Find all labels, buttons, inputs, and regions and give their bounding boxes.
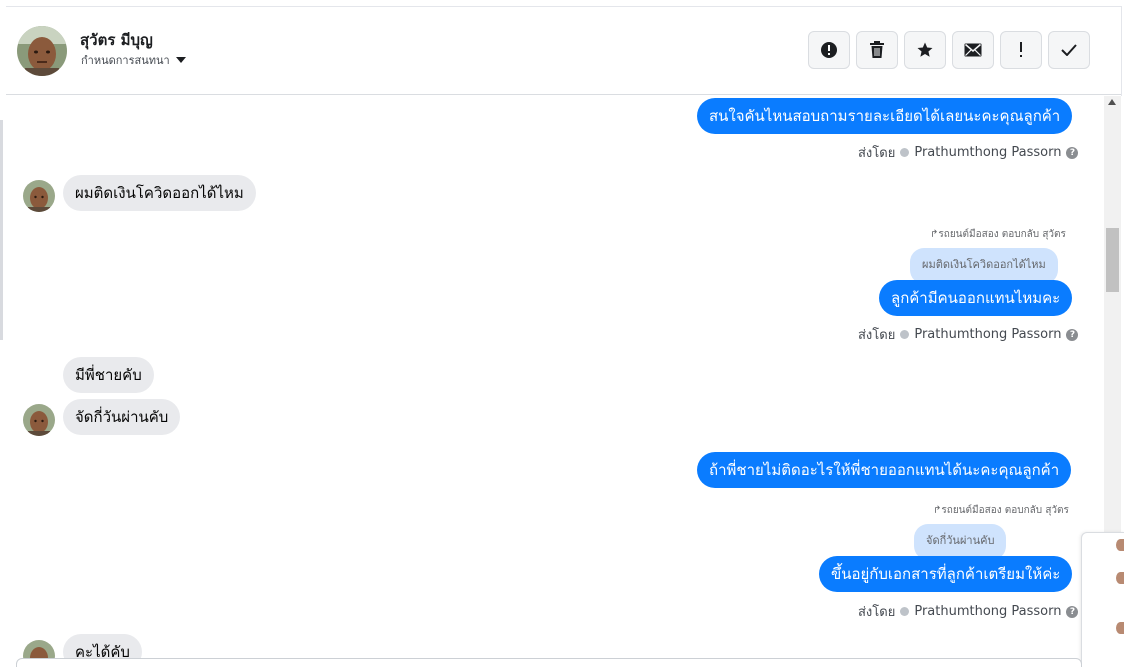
spam-icon [821,42,837,58]
reply-indicator: ↱รถยนต์มือสอง ตอบกลับ สุวัตร [933,505,1069,516]
agent-name[interactable]: Prathumthong Passorn [914,145,1061,160]
spam-button[interactable] [808,31,850,69]
quoted-message[interactable]: ผมติดเงินโควิดออกได้ไหม [910,248,1058,284]
message-thread: สนใจคันไหนสอบถามรายละเอียดได้เลยนะคะคุณล… [6,96,1105,667]
agent-badge-icon [900,148,910,157]
outgoing-message[interactable]: ขึ้นอยู่กับเอกสารที่ลูกค้าเตรียมให้ค่ะ [819,556,1073,592]
sent-by-label: ส่งโดย [858,328,896,343]
participant-avatar-icon [1116,622,1124,634]
action-toolbar [808,31,1090,69]
caret-down-icon [175,57,186,63]
agent-name[interactable]: Prathumthong Passorn [914,327,1061,342]
outgoing-message[interactable]: สนใจคันไหนสอบถามรายละเอียดได้เลยนะคะคุณล… [697,98,1073,134]
contact-name: สุวัตร มีบุญ [80,31,153,49]
sent-by-label: ส่งโดย [858,605,896,620]
mark-done-button[interactable] [1048,31,1090,69]
agent-name[interactable]: Prathumthong Passorn [914,604,1061,619]
left-panel-edge [0,120,3,340]
side-panel-edge[interactable] [1081,532,1124,667]
follow-up-button[interactable] [1000,31,1042,69]
quoted-message[interactable]: จัดกี่วันผ่านคับ [914,524,1007,560]
conversation-settings-dropdown[interactable]: กำหนดการสนทนา [81,51,186,69]
conversation-header: สุวัตร มีบุญ กำหนดการสนทนา [6,7,1121,95]
check-icon [1061,44,1077,56]
star-button[interactable] [904,31,946,69]
star-icon [917,42,933,57]
contact-avatar[interactable] [17,26,67,76]
help-icon[interactable]: ? [1066,146,1079,159]
sent-by-label: ส่งโดย [858,146,896,161]
envelope-icon [964,43,982,57]
sent-by-line: ส่งโดย Prathumthong Passorn ? [858,324,1079,345]
inbox-app: สุวัตร มีบุญ กำหนดการสนทนา สนใจคันไหนสอบ… [0,0,1124,667]
outgoing-message[interactable]: ถ้าพี่ชายไม่ติดอะไรให้พี่ชายออกแทนได้นะค… [697,452,1072,488]
exclamation-icon [1020,42,1022,57]
incoming-message[interactable]: มีพี่ชายคับ [63,357,154,393]
delete-button[interactable] [856,31,898,69]
conversation-settings-label: กำหนดการสนทนา [81,54,170,67]
participant-avatar-icon [1116,572,1124,584]
contact-avatar-small [23,404,55,436]
help-icon[interactable]: ? [1066,328,1079,341]
help-icon[interactable]: ? [1066,605,1079,618]
sent-by-line: ส่งโดย Prathumthong Passorn ? [858,142,1079,163]
agent-badge-icon [900,330,910,339]
scroll-thumb[interactable] [1106,228,1119,292]
reply-indicator: ↱รถยนต์มือสอง ตอบกลับ สุวัตร [930,229,1066,240]
right-divider [1121,6,1122,96]
mark-unread-button[interactable] [952,31,994,69]
incoming-message[interactable]: จัดกี่วันผ่านคับ [63,399,181,435]
agent-badge-icon [900,607,910,616]
participant-avatar-icon [1116,539,1124,551]
trash-icon [870,41,884,58]
message-composer[interactable] [16,658,1082,667]
outgoing-message[interactable]: ลูกค้ามีคนออกแทนไหมคะ [879,280,1073,316]
contact-avatar-small [23,180,55,212]
incoming-message[interactable]: ผมติดเงินโควิดออกได้ไหม [63,175,256,211]
sent-by-line: ส่งโดย Prathumthong Passorn ? [858,601,1079,622]
scroll-up-arrow-icon[interactable] [1108,99,1116,105]
